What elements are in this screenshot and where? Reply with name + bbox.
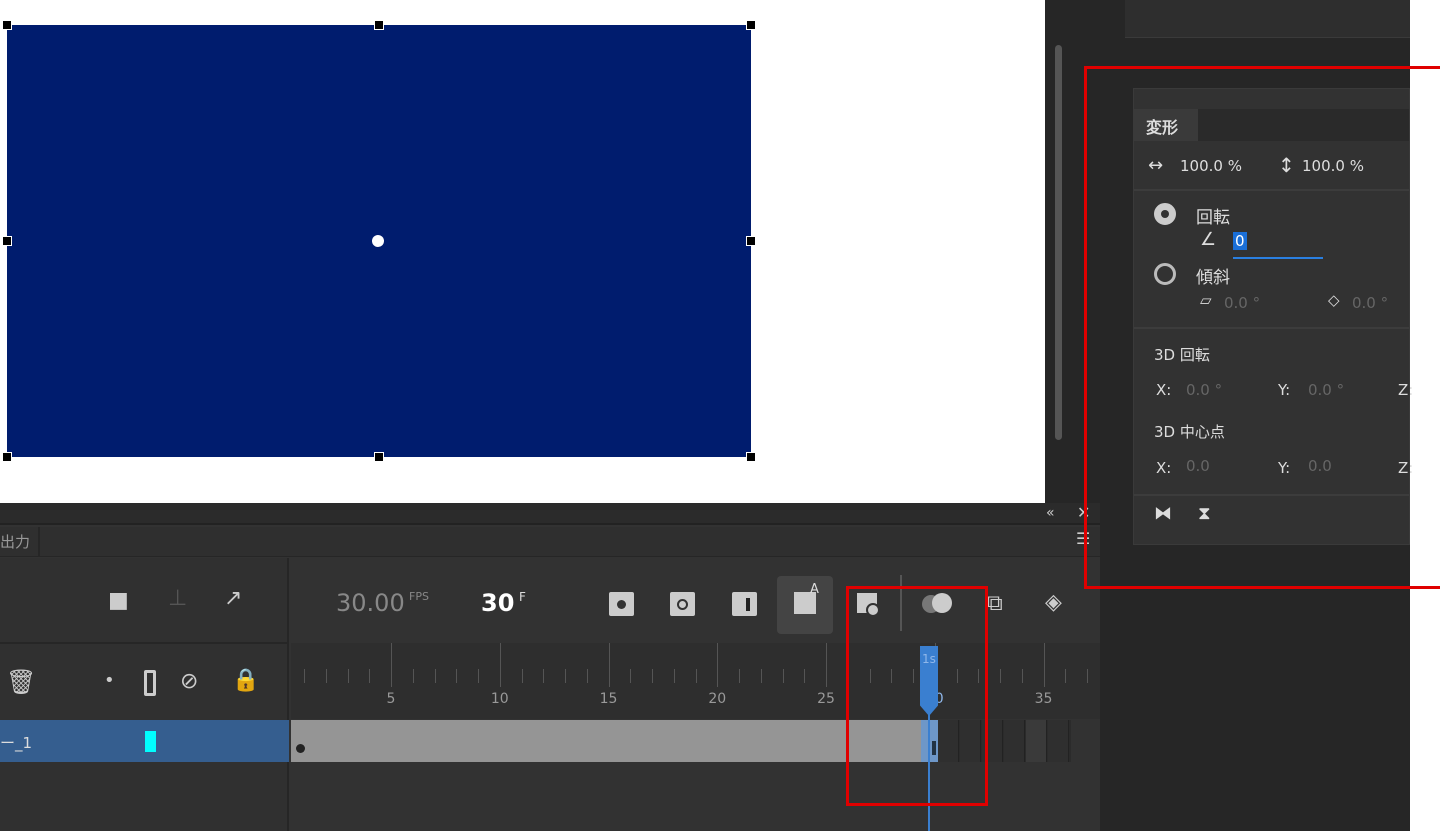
layer-row[interactable]: ー_1	[0, 720, 289, 762]
ruler-tick	[412, 669, 414, 683]
ruler-tick	[1000, 669, 1001, 683]
frame-unit: F	[519, 590, 526, 604]
timeline-title-bar: « ✕	[0, 503, 1100, 525]
layer-column: ■ ⊥ ↗ 🗑 • ⊘ 🔒	[0, 558, 289, 831]
layer-name[interactable]: ー_1	[0, 732, 32, 753]
tab-output[interactable]: 出力	[0, 531, 30, 552]
fps-unit: FPS	[409, 590, 429, 603]
ruler-tick	[1065, 669, 1067, 683]
ruler-tick	[586, 669, 588, 683]
current-frame-value[interactable]: 30	[481, 589, 514, 617]
ruler-tick	[565, 669, 566, 683]
transform-handle[interactable]	[2, 236, 12, 246]
ruler-tick	[760, 669, 762, 683]
insert-frame-icon[interactable]	[732, 592, 757, 616]
fps-value[interactable]: 30.00	[336, 589, 405, 617]
ruler-label: 35	[1034, 691, 1053, 707]
ruler-tick	[325, 669, 327, 683]
transform-handle[interactable]	[746, 20, 756, 30]
ruler-tick	[717, 643, 719, 687]
ruler-tick	[782, 669, 784, 683]
visibility-hidden-icon[interactable]: ⊘	[180, 671, 198, 693]
ruler-tick	[543, 669, 545, 683]
ruler-tick	[673, 669, 675, 683]
layer-color-swatch[interactable]	[145, 731, 156, 752]
outline-icon[interactable]	[144, 670, 156, 696]
ruler-tick	[369, 669, 371, 683]
ruler-label: 15	[599, 691, 618, 707]
convert-keyframes-icon[interactable]: ◈	[1045, 592, 1062, 614]
auto-keyframe-button[interactable]: A	[777, 576, 833, 634]
insert-blank-keyframe-icon[interactable]	[670, 592, 695, 616]
collapse-icon[interactable]: «	[1046, 506, 1055, 520]
ruler-tick	[499, 643, 501, 687]
empty-frame-cell[interactable]	[1048, 720, 1069, 762]
transform-handle[interactable]	[2, 20, 12, 30]
ruler-tick	[391, 643, 392, 687]
transform-handle[interactable]	[746, 452, 756, 462]
ruler-tick	[304, 669, 305, 683]
ruler-tick	[630, 669, 632, 683]
highlight-box-transform	[1084, 66, 1440, 589]
highlight-dot-icon[interactable]: •	[104, 672, 115, 690]
ruler-tick	[434, 669, 436, 683]
ruler-tick	[608, 643, 610, 687]
ruler-label: 25	[817, 691, 835, 707]
transform-handle[interactable]	[374, 20, 384, 30]
highlight-box-frame	[846, 586, 988, 806]
transform-handle[interactable]	[2, 452, 12, 462]
ruler-tick	[739, 669, 740, 683]
ruler-tick	[826, 643, 827, 687]
insert-keyframe-icon[interactable]	[609, 592, 634, 616]
ruler-tick	[1043, 643, 1045, 687]
empty-frame-cell[interactable]	[1004, 720, 1025, 762]
divider	[0, 642, 287, 644]
ruler-tick	[804, 669, 806, 683]
graph-icon[interactable]: ↗	[224, 588, 242, 610]
dock-scrollbar[interactable]	[1055, 45, 1062, 440]
ruler-tick	[478, 669, 479, 683]
transform-pivot-point[interactable]	[372, 235, 384, 247]
ruler-tick	[652, 669, 653, 683]
ruler-tick	[695, 669, 697, 683]
keyframe-dot[interactable]	[296, 744, 305, 753]
transform-handle[interactable]	[374, 452, 384, 462]
ruler-tick	[1087, 669, 1088, 683]
divider	[38, 527, 40, 557]
ruler-label: 5	[386, 691, 396, 707]
lock-icon[interactable]: 🔒	[232, 670, 259, 692]
layer-parenting-icon: ⊥	[168, 586, 188, 611]
collapsed-panel	[1125, 0, 1410, 38]
ruler-tick	[521, 669, 523, 683]
stage-canvas[interactable]	[0, 0, 1045, 503]
auto-keyframe-a-icon: A	[810, 582, 819, 597]
frame-span[interactable]	[291, 720, 921, 762]
ruler-label: 10	[490, 691, 509, 707]
transform-handle[interactable]	[746, 236, 756, 246]
empty-frame-cell[interactable]	[1026, 720, 1047, 762]
paste-frames-icon[interactable]: ⧉	[987, 593, 1003, 615]
camera-icon[interactable]: ■	[108, 590, 129, 612]
ruler-tick	[456, 669, 458, 683]
trash-icon[interactable]: 🗑	[6, 670, 36, 694]
ruler-tick	[1021, 669, 1023, 683]
ruler-tick	[347, 669, 349, 683]
ruler-label: 20	[708, 691, 727, 707]
timeline-tab-bar: 出力 ☰	[0, 527, 1100, 557]
